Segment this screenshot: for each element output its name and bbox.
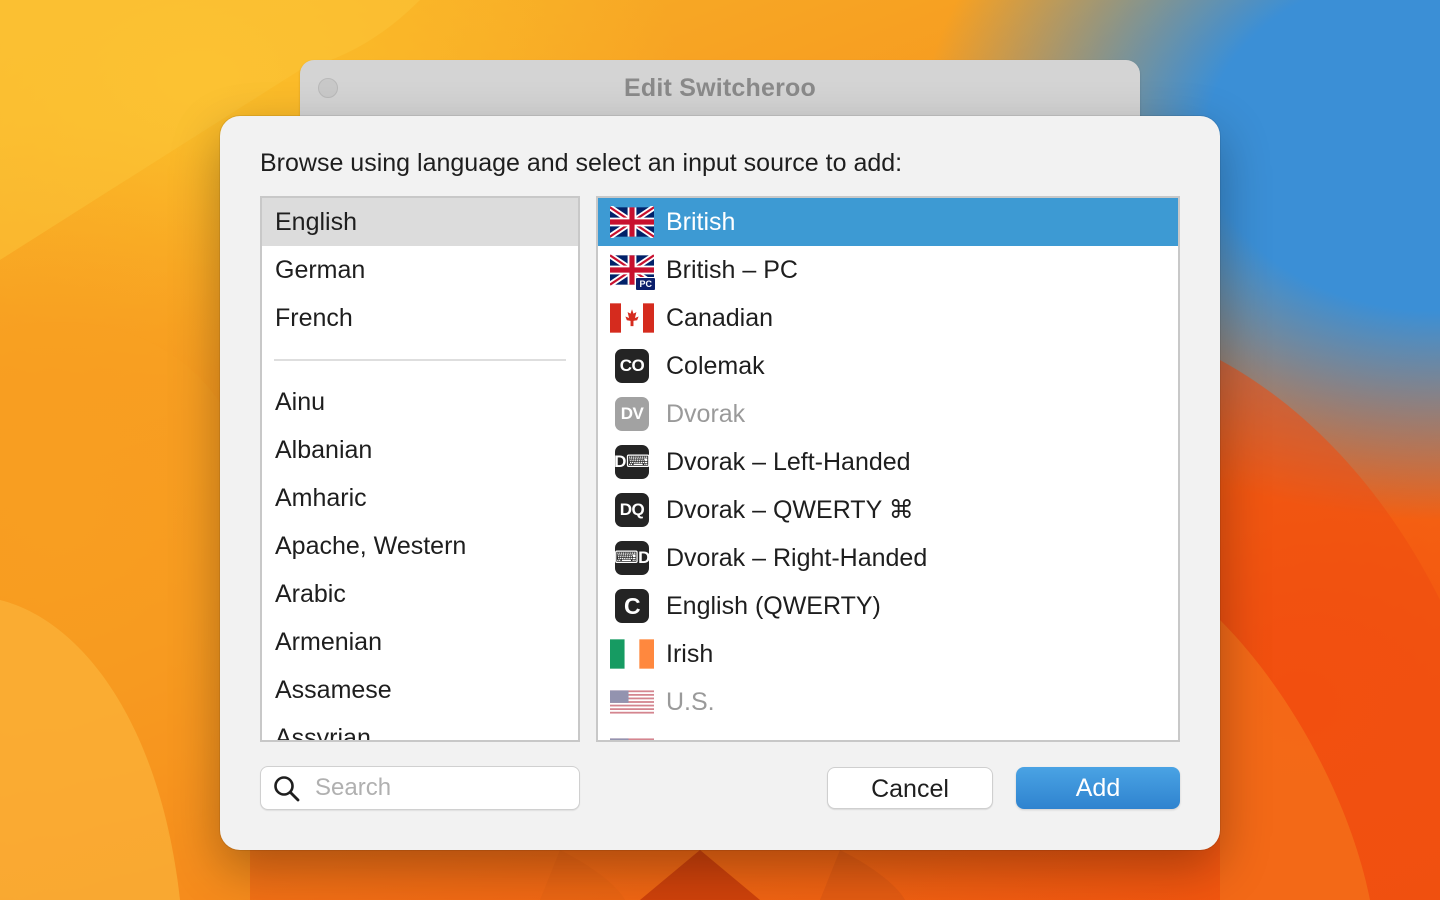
source-item-colemak[interactable]: CO Colemak bbox=[598, 342, 1178, 390]
source-label: Canadian bbox=[666, 303, 774, 332]
source-label: Colemak bbox=[666, 351, 765, 380]
search-icon bbox=[273, 775, 301, 808]
uk-flag-icon bbox=[610, 205, 654, 239]
source-label: Dvorak – Right-Handed bbox=[666, 543, 928, 572]
source-item-irish[interactable]: Irish bbox=[598, 630, 1178, 678]
language-item-french[interactable]: French bbox=[262, 294, 578, 342]
us-flag-icon bbox=[610, 733, 654, 740]
language-item-albanian[interactable]: Albanian bbox=[262, 426, 578, 474]
language-item-armenian[interactable]: Armenian bbox=[262, 618, 578, 666]
source-label: Dvorak bbox=[666, 399, 746, 428]
source-item-british[interactable]: British bbox=[598, 198, 1178, 246]
source-item-us[interactable]: U.S. bbox=[598, 678, 1178, 726]
source-item-partial[interactable] bbox=[598, 726, 1178, 740]
source-item-canadian[interactable]: Canadian bbox=[598, 294, 1178, 342]
window-title: Edit Switcheroo bbox=[624, 74, 816, 102]
language-item-apache-western[interactable]: Apache, Western bbox=[262, 522, 578, 570]
search-input[interactable] bbox=[315, 771, 565, 805]
language-item-assamese[interactable]: Assamese bbox=[262, 666, 578, 714]
sheet-prompt: Browse using language and select an inpu… bbox=[260, 149, 903, 177]
add-input-source-sheet: Browse using language and select an inpu… bbox=[220, 116, 1220, 850]
language-list[interactable]: English German French Ainu Albanian Amha… bbox=[260, 196, 580, 742]
dvorak-qwerty-key-icon: DQ bbox=[610, 493, 654, 527]
source-label: British bbox=[666, 207, 736, 236]
pc-badge: PC bbox=[635, 277, 656, 291]
us-flag-icon bbox=[610, 685, 654, 719]
canada-flag-icon bbox=[610, 301, 654, 335]
source-item-dvorak-right-handed[interactable]: ⌨D Dvorak – Right-Handed bbox=[598, 534, 1178, 582]
language-list-divider bbox=[262, 342, 578, 378]
source-item-dvorak[interactable]: DV Dvorak bbox=[598, 390, 1178, 438]
source-label: U.S. bbox=[666, 687, 715, 716]
language-item-amharic[interactable]: Amharic bbox=[262, 474, 578, 522]
colemak-key-icon: CO bbox=[610, 349, 654, 383]
uk-flag-pc-icon: PC bbox=[610, 253, 656, 291]
add-button[interactable]: Add bbox=[1016, 767, 1180, 809]
dvorak-left-key-icon: D⌨ bbox=[610, 445, 654, 479]
source-item-dvorak-left-handed[interactable]: D⌨ Dvorak – Left-Handed bbox=[598, 438, 1178, 486]
language-item-english[interactable]: English bbox=[262, 198, 578, 246]
language-item-ainu[interactable]: Ainu bbox=[262, 378, 578, 426]
source-item-dvorak-qwerty-cmd[interactable]: DQ Dvorak – QWERTY ⌘ bbox=[598, 486, 1178, 534]
dvorak-key-icon: DV bbox=[610, 397, 654, 431]
source-label: Dvorak – Left-Handed bbox=[666, 447, 911, 476]
language-item-arabic[interactable]: Arabic bbox=[262, 570, 578, 618]
language-item-german[interactable]: German bbox=[262, 246, 578, 294]
source-label: British – PC bbox=[666, 255, 798, 284]
ireland-flag-icon bbox=[610, 637, 654, 671]
cancel-button[interactable]: Cancel bbox=[827, 767, 993, 809]
input-source-list[interactable]: British PC British – PC Canadian CO Cole… bbox=[596, 196, 1180, 742]
source-label: English (QWERTY) bbox=[666, 591, 881, 620]
source-item-english-qwerty[interactable]: C English (QWERTY) bbox=[598, 582, 1178, 630]
english-qwerty-key-icon: C bbox=[610, 589, 654, 623]
source-item-british-pc[interactable]: PC British – PC bbox=[598, 246, 1178, 294]
search-field[interactable] bbox=[260, 766, 580, 810]
language-item-assyrian[interactable]: Assyrian bbox=[262, 714, 578, 740]
source-label: Dvorak – QWERTY ⌘ bbox=[666, 496, 914, 524]
source-label: Irish bbox=[666, 639, 714, 668]
dvorak-right-key-icon: ⌨D bbox=[610, 541, 654, 575]
